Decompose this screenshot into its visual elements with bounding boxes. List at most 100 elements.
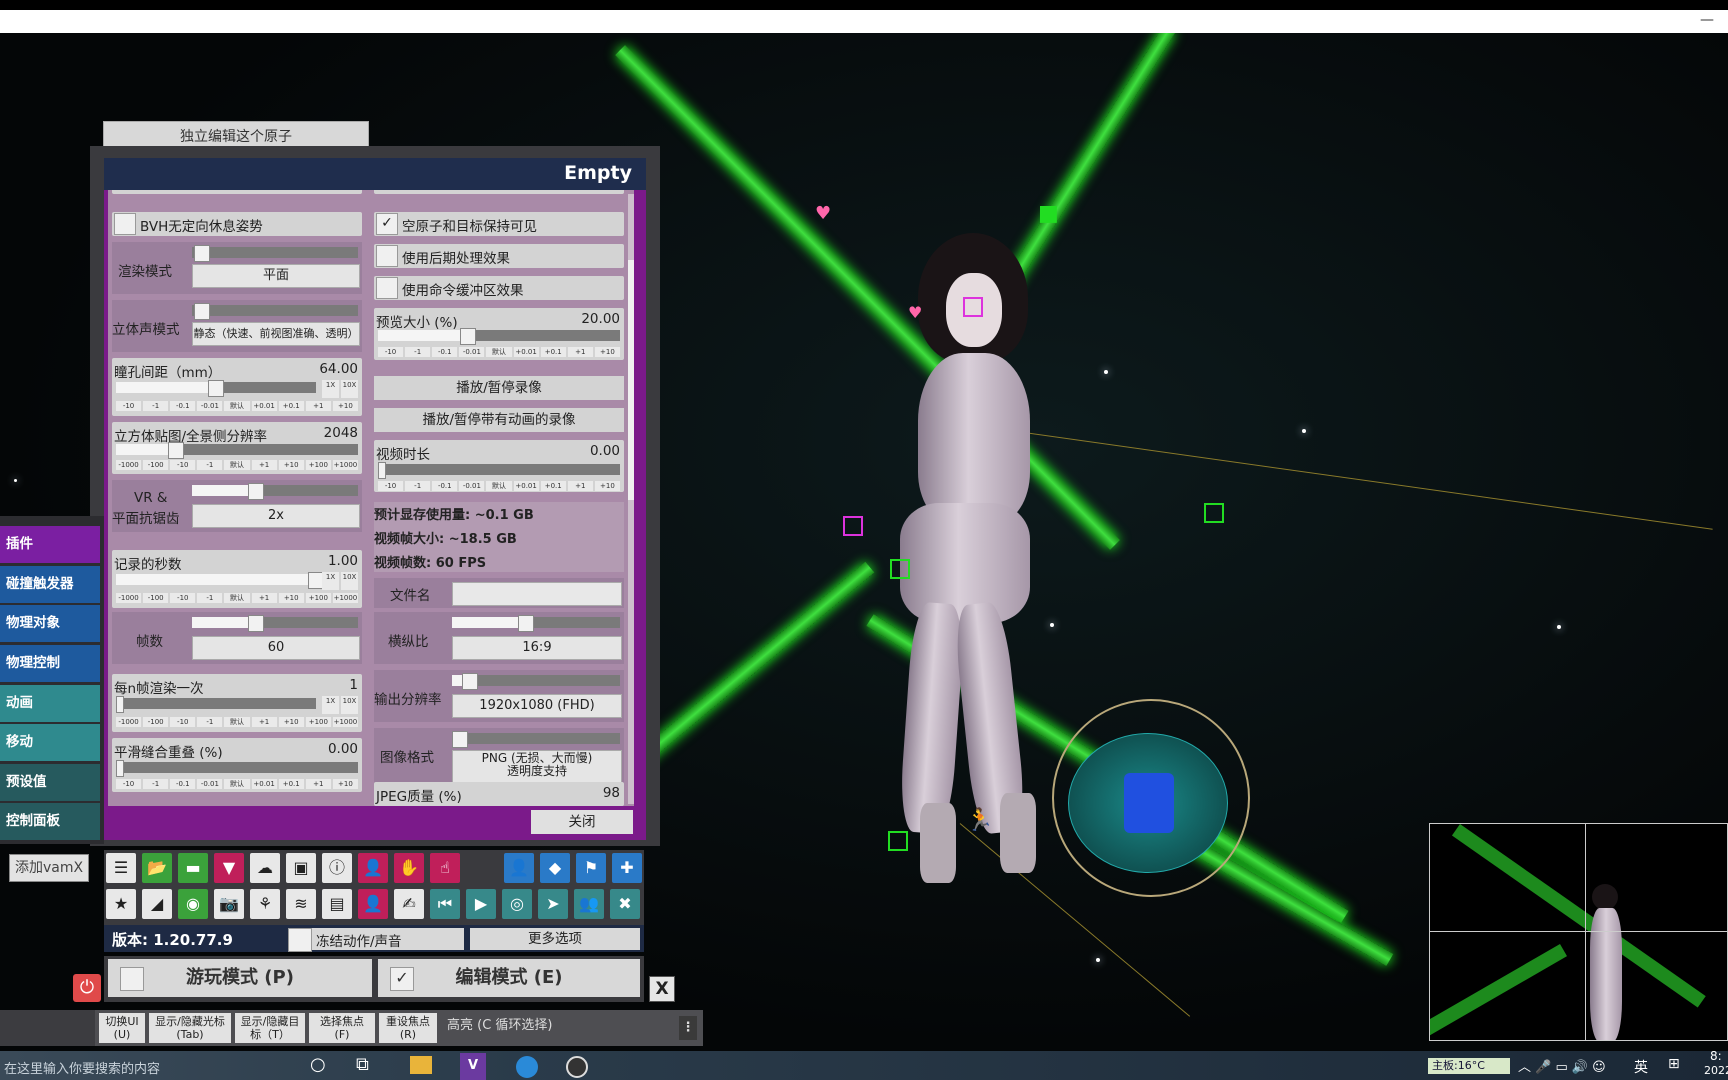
unity-icon[interactable]: ◆ (540, 853, 570, 883)
control-node[interactable] (963, 297, 983, 317)
play-mode-checkbox[interactable] (120, 967, 144, 991)
play-mode-button[interactable]: 游玩模式 (P) (108, 959, 372, 997)
slider-knob[interactable] (208, 380, 224, 397)
close-x-button[interactable]: X (649, 976, 675, 1002)
plus-icon[interactable]: ✚ (612, 853, 642, 883)
tab-move[interactable]: 移动 (0, 724, 100, 761)
ime-indicator[interactable]: 英 (1634, 1057, 1648, 1077)
add-person-icon[interactable]: 👤 (358, 853, 388, 883)
nodes-icon[interactable]: ⚘ (250, 889, 280, 919)
people-icon[interactable]: 👥 (574, 889, 604, 919)
play-pause-anim-button[interactable]: 播放/暂停带有动画的录像 (374, 408, 624, 432)
layers-icon[interactable]: ≋ (286, 889, 316, 919)
folder-icon[interactable]: ▬ (178, 853, 208, 883)
character-torso[interactable] (918, 353, 1030, 523)
smooth-steps[interactable]: -10 -1 -0.1 -0.01 默认 +0.01 +0.1 +1 +10 (116, 779, 358, 789)
info-icon[interactable]: ⓘ (322, 853, 352, 883)
gizmo-cube[interactable] (1124, 773, 1174, 833)
hint-select-focus[interactable]: 选择焦点 (F) (309, 1013, 375, 1043)
screenshot-folder-icon[interactable]: ◉ (178, 889, 208, 919)
command-buffer-checkbox[interactable] (376, 277, 398, 299)
slider-knob[interactable] (116, 760, 124, 777)
flag-icon[interactable]: ⚑ (576, 853, 606, 883)
control-node[interactable] (888, 831, 908, 851)
check-icon[interactable]: ✓ (376, 213, 398, 235)
power-icon[interactable]: ⏻ (73, 974, 101, 1002)
hint-toggle-targets[interactable]: 显示/隐藏目 标（T） (235, 1013, 305, 1043)
taskbar-search[interactable]: 在这里输入你要搜索的内容 (4, 1058, 160, 1077)
post-process-row[interactable]: 使用后期处理效果 (374, 244, 624, 268)
close-button[interactable]: 关闭 (531, 810, 633, 834)
play-icon[interactable]: ▶ (466, 889, 496, 919)
hint-reset-focus[interactable]: 重设焦点 (R) (379, 1013, 437, 1043)
save-icon[interactable]: ▼ (214, 853, 244, 883)
freeze-checkbox[interactable] (288, 928, 312, 952)
every-n-steps[interactable]: -1000 -100 -10 -1 默认 +1 +10 +100 +1000 (116, 717, 358, 727)
keep-visible-row[interactable]: ✓ 空原子和目标保持可见 (374, 212, 624, 236)
ipd-multiplier[interactable]: 1X 10X (322, 380, 358, 398)
bvh-row[interactable]: BVH无定向休息姿势 (112, 212, 362, 236)
bvh-checkbox[interactable] (114, 213, 136, 235)
tools-icon[interactable]: ✖ (610, 889, 640, 919)
cloud-download-icon[interactable]: ☁ (250, 853, 280, 883)
hint-toggle-ui[interactable]: 切换UI (U) (99, 1013, 145, 1043)
render-mode-slider[interactable] (192, 247, 358, 258)
target-icon[interactable]: ◎ (502, 889, 532, 919)
control-node[interactable] (890, 559, 910, 579)
jpeg-quality-row[interactable]: JPEG质量 (%) 98 (374, 782, 624, 806)
temperature-widget[interactable]: 主板:16°C (1428, 1058, 1510, 1074)
ipd-slider-row[interactable]: 瞳孔间距（mm） 64.00 -10 -1 -0.1 -0.01 默认 +0.01 +0.1… (112, 358, 362, 416)
duration-steps[interactable]: -10 -1 -0.1 -0.01 默认 +0.01 +0.1 +1 +10 (378, 481, 620, 491)
tab-animation[interactable]: 动画 (0, 685, 100, 722)
clock-date[interactable]: 2022 (1704, 1064, 1728, 1077)
every-n-slider[interactable] (116, 698, 316, 709)
slider-knob[interactable] (116, 696, 124, 713)
hand-pointer-icon[interactable]: ☝ (430, 853, 460, 883)
every-n-multiplier[interactable]: 1X 10X (322, 696, 358, 714)
menu-icon[interactable]: ☰ (106, 853, 136, 883)
tab-physics-objects[interactable]: 物理对象 (0, 605, 100, 642)
cursor-icon[interactable]: ➤ (538, 889, 568, 919)
cubemap-steps[interactable]: -1000 -100 -10 -1 默认 +1 +10 +100 +1000 (116, 460, 358, 470)
tab-control-panel[interactable]: 控制面板 (0, 803, 100, 840)
slider-knob[interactable] (248, 615, 264, 632)
task-view-icon[interactable]: ⧉ (356, 1054, 369, 1075)
filename-input[interactable] (452, 582, 622, 606)
tab-collision-triggers[interactable]: 碰撞触发器 (0, 566, 100, 603)
open-scene-icon[interactable]: 📂 (142, 853, 172, 883)
add-vamx-button[interactable]: 添加vamX (9, 854, 89, 882)
keyboard-icon[interactable]: ⊞ (1668, 1056, 1680, 1072)
every-n-slider-row[interactable]: 每n帧渲染一次 1 -1000 -100 -10 -1 默认 +1 +10 +100 +1000… (112, 674, 362, 732)
tab-physics-control[interactable]: 物理控制 (0, 645, 100, 682)
slider-knob[interactable] (452, 731, 468, 748)
iron-icon[interactable]: ◢ (142, 889, 172, 919)
seconds-steps[interactable]: -1000 -100 -10 -1 默认 +1 +10 +100 +1000 (116, 593, 358, 603)
control-node[interactable] (1204, 503, 1224, 523)
cortana-icon[interactable]: ○ (310, 1054, 326, 1075)
hand-icon[interactable]: ✋ (394, 853, 424, 883)
cubemap-slider-row[interactable]: 立方体贴图/全景侧分辨率 2048 -1000 -100 -10 -1 默认 +1 +10 +… (112, 422, 362, 474)
ipd-steps[interactable]: -10 -1 -0.1 -0.01 默认 +0.01 +0.1 +1 +10 (116, 401, 358, 411)
slider-knob[interactable] (168, 442, 184, 459)
rewind-icon[interactable]: ⏮ (430, 889, 460, 919)
more-options-button[interactable]: 更多选项 (470, 928, 640, 950)
tab-plugins[interactable]: 插件 (0, 526, 100, 563)
slider-knob[interactable] (194, 303, 210, 320)
person-icon[interactable]: 👤 (504, 853, 534, 883)
preview-size-row[interactable]: 预览大小 (%) 20.00 -10 -1 -0.1 -0.01 默认 +0.01 +0.1… (374, 308, 624, 360)
slider-knob[interactable] (378, 462, 386, 479)
file-explorer-icon[interactable] (410, 1056, 432, 1074)
star-icon[interactable]: ★ (106, 889, 136, 919)
freeze-toggle[interactable]: 冻结动作/声音 (288, 928, 464, 952)
seconds-slider-row[interactable]: 记录的秒数 1.00 -1000 -100 -10 -1 默认 +1 +10 +100 +100… (112, 550, 362, 608)
settings-content[interactable]: BVH无定向休息姿势 渲染模式 平面 立体声模式 静态（快速、前视图准确、透明）… (108, 190, 634, 806)
control-node[interactable] (843, 516, 863, 536)
check-icon[interactable]: ✓ (390, 967, 414, 991)
hint-toggle-cursor[interactable]: 显示/隐藏光标 (Tab) (149, 1013, 231, 1043)
slider-knob[interactable] (462, 673, 478, 690)
edit-mode-button[interactable]: ✓ 编辑模式 (E) (378, 959, 640, 997)
tray-icons[interactable]: ︿ 🎤 ▭ 🔊 ☺ (1518, 1056, 1606, 1075)
duration-row[interactable]: 视频时长 0.00 -10 -1 -0.1 -0.01 默认 +0.01 +0.1 +1 +10 (374, 440, 624, 492)
obs-icon[interactable] (566, 1056, 588, 1078)
smooth-slider-row[interactable]: 平滑缝合重叠 (%) 0.00 -10 -1 -0.1 -0.01 默认 +0.01 +0.… (112, 738, 362, 792)
